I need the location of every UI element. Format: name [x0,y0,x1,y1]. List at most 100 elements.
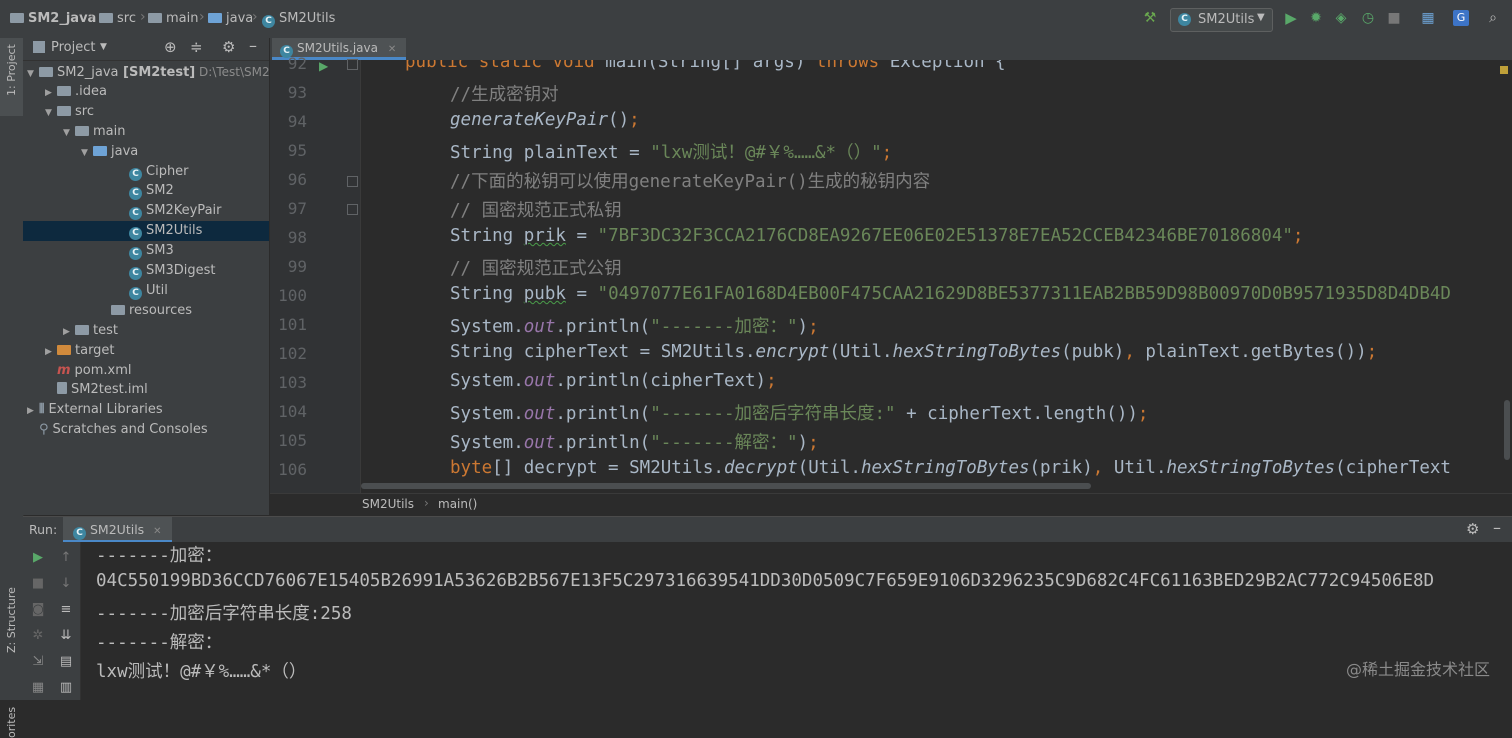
scratches-icon: ⚲ [39,422,49,438]
tree-item[interactable]: C SM2KeyPair [23,201,269,221]
tree-item-label: resources [129,302,193,318]
tree-item[interactable]: ▼ java [23,142,269,162]
trash-icon[interactable]: ▥ [58,680,74,696]
tree-item[interactable]: C Util [23,281,269,301]
breadcrumb-main[interactable]: main [148,11,198,26]
translate-icon[interactable]: G [1453,10,1469,26]
debug-icon[interactable]: ✹ [1308,10,1324,26]
favorites-tool-label[interactable]: orites [5,707,18,738]
structure-tool-label[interactable]: Z: Structure [5,587,18,653]
collapse-all-icon[interactable]: ≑ [190,38,203,56]
gear-icon[interactable]: ⚙ [1466,520,1479,538]
code-line[interactable]: //生成密钥对 [450,81,559,106]
gear-icon[interactable]: ⚙ [222,38,235,56]
tree-item[interactable]: resources [23,301,269,321]
tree-item[interactable]: ▼ src [23,102,269,122]
print-icon[interactable]: ▤ [58,654,74,670]
scroll-to-end-icon[interactable]: ⇊ [58,628,74,644]
breadcrumb-method-name[interactable]: main() [438,497,477,511]
tree-item[interactable]: ▼SM2_java [SM2test] D:\Test\SM2_ja [23,62,269,82]
chevron-down-icon[interactable]: ▼ [45,103,57,123]
chevron-down-icon[interactable]: ▼ [81,143,93,163]
class-icon: C [73,527,86,540]
vertical-scrollbar[interactable] [1504,400,1510,460]
code-line[interactable]: // 国密规范正式公钥 [450,255,622,280]
tree-item[interactable]: C SM3 [23,241,269,261]
chevron-down-icon[interactable]: ▼ [100,42,107,52]
arrow-down-icon[interactable]: ↓ [58,576,74,592]
breadcrumb-project[interactable]: SM2_java [10,11,96,26]
code-editor[interactable]: public static void main(String[] args) t… [361,60,1512,493]
profile-icon[interactable]: ◷ [1360,10,1376,26]
code-line[interactable]: public static void main(String[] args) t… [405,60,1006,72]
horizontal-scrollbar[interactable] [361,483,1091,489]
code-line[interactable]: System.out.println("-------加密后字符串长度:" + … [450,400,1148,425]
build-hammer-icon[interactable]: ⚒ [1142,10,1158,26]
tree-item[interactable]: C SM3Digest [23,261,269,281]
tree-item[interactable]: m pom.xml [23,361,269,381]
run-icon[interactable]: ▶ [1283,10,1299,26]
code-line[interactable]: byte[] decrypt = SM2Utils.decrypt(Util.h… [450,458,1451,478]
camera-icon[interactable]: ◙ [30,602,46,618]
fold-icon[interactable] [347,59,358,70]
chevron-right-icon[interactable]: ▶ [63,322,75,342]
run-tab-sm2utils[interactable]: C SM2Utils ✕ [63,517,172,543]
breadcrumb-src[interactable]: src [99,11,136,26]
stop-icon[interactable]: ■ [1386,10,1402,26]
chevron-right-icon[interactable]: ▶ [45,83,57,103]
code-line[interactable]: System.out.println(cipherText); [450,371,777,391]
tree-item[interactable]: ▶ .idea [23,82,269,102]
run-console[interactable]: -------加密： 04C550199BD36CCD76067E15405B2… [81,542,1512,700]
run-gutter-icon[interactable]: ▶ [319,59,328,73]
locate-icon[interactable]: ⊕ [164,38,177,56]
chevron-down-icon[interactable]: ▼ [63,123,75,143]
code-line[interactable]: // 国密规范正式私钥 [450,197,622,222]
tree-item[interactable]: C SM2 [23,181,269,201]
tree-item[interactable]: ▼ main [23,122,269,142]
tree-item[interactable]: ▶ test [23,321,269,341]
chevron-right-icon[interactable]: ▶ [45,342,57,362]
tree-item[interactable]: C Cipher [23,162,269,182]
breadcrumb-java[interactable]: java [208,11,253,26]
search-icon[interactable]: ⌕ [1485,10,1501,26]
code-line[interactable]: //下面的秘钥可以使用generateKeyPair()生成的秘钥内容 [450,168,930,193]
tree-item-label: SM2_java [57,65,119,80]
source-folder-icon [208,13,222,23]
arrow-up-icon[interactable]: ↑ [58,550,74,566]
code-token: plainText.getBytes()) [1145,342,1367,362]
layout-icon[interactable]: ▦ [30,680,46,696]
project-structure-icon[interactable]: ▦ [1420,10,1436,26]
code-line[interactable]: String pubk = "0497077E61FA0168D4EB00F47… [450,284,1451,304]
minimize-icon[interactable]: – [249,38,257,55]
breadcrumb-class-name[interactable]: SM2Utils [362,497,414,511]
tree-item[interactable]: ▶ target [23,341,269,361]
code-line[interactable]: generateKeyPair(); [450,110,640,130]
coverage-icon[interactable]: ◈ [1333,10,1349,26]
project-panel-title[interactable]: Project [51,40,95,55]
close-icon[interactable]: ✕ [388,44,396,55]
tree-item[interactable]: ▶ ⫴ External Libraries [23,400,269,420]
analysis-status-icon[interactable] [1500,66,1508,74]
close-icon[interactable]: ✕ [153,526,161,537]
fold-icon[interactable] [347,204,358,215]
breadcrumb-class[interactable]: C SM2Utils [262,11,335,28]
folder-icon [57,85,71,96]
tree-item[interactable]: ⚲ Scratches and Consoles [23,420,269,440]
tree-item[interactable]: C SM2Utils [23,221,269,242]
code-line[interactable]: String plainText = "lxw测试！@#￥%……&*（）"; [450,139,892,164]
code-line[interactable]: String prik = "7BF3DC32F3CCA2176CD8EA926… [450,226,1303,246]
code-line[interactable]: System.out.println("-------加密："); [450,313,819,338]
exit-icon[interactable]: ⇲ [30,654,46,670]
minimize-icon[interactable]: – [1493,518,1501,537]
module-path: D:\Test\SM2_ja [199,65,270,79]
run-configuration-select[interactable]: C SM2Utils ▼ [1170,8,1273,32]
fold-icon[interactable] [347,176,358,187]
chevron-right-icon[interactable]: ▶ [27,401,39,421]
settings-icon[interactable]: ✲ [30,628,46,644]
code-line[interactable]: System.out.println("-------解密："); [450,429,819,454]
soft-wrap-icon[interactable]: ≡ [58,602,74,618]
stop-icon[interactable]: ■ [30,576,46,592]
tree-item[interactable]: SM2test.iml [23,380,269,400]
rerun-icon[interactable]: ▶ [30,550,46,566]
code-line[interactable]: String cipherText = SM2Utils.encrypt(Uti… [450,342,1377,362]
